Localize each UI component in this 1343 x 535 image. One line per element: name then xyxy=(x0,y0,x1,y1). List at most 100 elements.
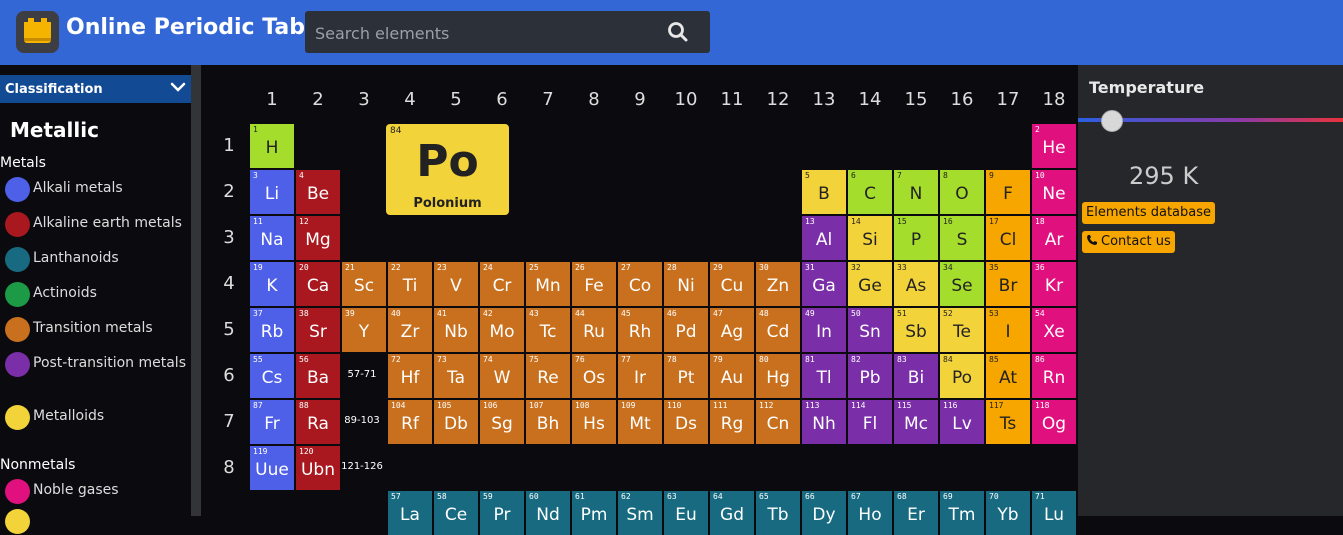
element-cell-i[interactable]: 53 I xyxy=(986,308,1030,352)
element-cell-uue[interactable]: 119 Uue xyxy=(250,446,294,490)
element-cell-ag[interactable]: 47 Ag xyxy=(710,308,754,352)
element-cell-hs[interactable]: 108 Hs xyxy=(572,400,616,444)
element-cell-pb[interactable]: 82 Pb xyxy=(848,354,892,398)
temperature-slider-thumb[interactable] xyxy=(1101,110,1123,132)
element-cell-sc[interactable]: 21 Sc xyxy=(342,262,386,306)
element-cell-v[interactable]: 23 V xyxy=(434,262,478,306)
element-cell-bh[interactable]: 107 Bh xyxy=(526,400,570,444)
element-cell-ti[interactable]: 22 Ti xyxy=(388,262,432,306)
element-cell-zn[interactable]: 30 Zn xyxy=(756,262,800,306)
app-title[interactable]: Online Periodic Table xyxy=(66,15,327,40)
element-cell-y[interactable]: 39 Y xyxy=(342,308,386,352)
element-cell-cs[interactable]: 55 Cs xyxy=(250,354,294,398)
element-cell-la[interactable]: 57 La xyxy=(388,491,432,535)
element-cell-as[interactable]: 33 As xyxy=(894,262,938,306)
panel-divider[interactable] xyxy=(191,65,201,516)
element-cell-eu[interactable]: 63 Eu xyxy=(664,491,708,535)
element-cell-ne[interactable]: 10 Ne xyxy=(1032,170,1076,214)
element-cell-re[interactable]: 75 Re xyxy=(526,354,570,398)
element-cell-mc[interactable]: 115 Mc xyxy=(894,400,938,444)
element-cell-cl[interactable]: 17 Cl xyxy=(986,216,1030,260)
element-cell-in[interactable]: 49 In xyxy=(802,308,846,352)
element-cell-tm[interactable]: 69 Tm xyxy=(940,491,984,535)
element-cell-n[interactable]: 7N xyxy=(894,170,938,214)
element-cell-sg[interactable]: 106 Sg xyxy=(480,400,524,444)
element-cell-at[interactable]: 85 At xyxy=(986,354,1030,398)
element-cell-sn[interactable]: 50 Sn xyxy=(848,308,892,352)
element-cell-si[interactable]: 14 Si xyxy=(848,216,892,260)
element-cell-lv[interactable]: 116 Lv xyxy=(940,400,984,444)
element-cell-h[interactable]: 1H xyxy=(250,124,294,168)
element-cell-sr[interactable]: 38 Sr xyxy=(296,308,340,352)
element-cell-he[interactable]: 2 He xyxy=(1032,124,1076,168)
element-cell-yb[interactable]: 70 Yb xyxy=(986,491,1030,535)
element-cell-hf[interactable]: 72 Hf xyxy=(388,354,432,398)
element-cell-ru[interactable]: 44 Ru xyxy=(572,308,616,352)
element-cell-fe[interactable]: 26 Fe xyxy=(572,262,616,306)
element-cell-dy[interactable]: 66 Dy xyxy=(802,491,846,535)
element-cell-k[interactable]: 19 K xyxy=(250,262,294,306)
element-cell-os[interactable]: 76 Os xyxy=(572,354,616,398)
element-cell-fl[interactable]: 114 Fl xyxy=(848,400,892,444)
element-cell-og[interactable]: 118 Og xyxy=(1032,400,1076,444)
element-cell-mn[interactable]: 25 Mn xyxy=(526,262,570,306)
element-cell-ca[interactable]: 20 Ca xyxy=(296,262,340,306)
element-cell-ga[interactable]: 31 Ga xyxy=(802,262,846,306)
element-cell-ce[interactable]: 58 Ce xyxy=(434,491,478,535)
element-cell-p[interactable]: 15 P xyxy=(894,216,938,260)
element-cell-ho[interactable]: 67 Ho xyxy=(848,491,892,535)
element-cell-na[interactable]: 11 Na xyxy=(250,216,294,260)
element-cell-pt[interactable]: 78 Pt xyxy=(664,354,708,398)
element-cell-mo[interactable]: 42 Mo xyxy=(480,308,524,352)
element-cell-kr[interactable]: 36 Kr xyxy=(1032,262,1076,306)
element-cell-rg[interactable]: 111 Rg xyxy=(710,400,754,444)
search-input[interactable] xyxy=(305,11,667,55)
element-cell-co[interactable]: 27 Co xyxy=(618,262,662,306)
element-cell-po[interactable]: 84 Po xyxy=(940,354,984,398)
element-cell-bi[interactable]: 83 Bi xyxy=(894,354,938,398)
element-cell-sm[interactable]: 62 Sm xyxy=(618,491,662,535)
logo-icon[interactable] xyxy=(16,11,59,53)
element-cell-ba[interactable]: 56 Ba xyxy=(296,354,340,398)
element-cell-mg[interactable]: 12 Mg xyxy=(296,216,340,260)
element-cell-f[interactable]: 9F xyxy=(986,170,1030,214)
element-cell-li[interactable]: 3 Li xyxy=(250,170,294,214)
element-cell-cd[interactable]: 48 Cd xyxy=(756,308,800,352)
element-cell-cu[interactable]: 29 Cu xyxy=(710,262,754,306)
element-cell-mt[interactable]: 109 Mt xyxy=(618,400,662,444)
element-cell-ra[interactable]: 88 Ra xyxy=(296,400,340,444)
element-cell-ta[interactable]: 73 Ta xyxy=(434,354,478,398)
element-cell-cn[interactable]: 112 Cn xyxy=(756,400,800,444)
element-cell-nh[interactable]: 113 Nh xyxy=(802,400,846,444)
element-cell-se[interactable]: 34 Se xyxy=(940,262,984,306)
element-cell-ir[interactable]: 77 Ir xyxy=(618,354,662,398)
element-cell-tb[interactable]: 65 Tb xyxy=(756,491,800,535)
element-cell-rb[interactable]: 37 Rb xyxy=(250,308,294,352)
element-cell-nb[interactable]: 41 Nb xyxy=(434,308,478,352)
element-cell-w[interactable]: 74 W xyxy=(480,354,524,398)
element-cell-ge[interactable]: 32 Ge xyxy=(848,262,892,306)
element-cell-pd[interactable]: 46 Pd xyxy=(664,308,708,352)
element-cell-au[interactable]: 79 Au xyxy=(710,354,754,398)
element-cell-ts[interactable]: 117 Ts xyxy=(986,400,1030,444)
element-cell-fr[interactable]: 87 Fr xyxy=(250,400,294,444)
featured-element-card[interactable]: 84 Po Polonium xyxy=(386,124,509,215)
element-cell-al[interactable]: 13 Al xyxy=(802,216,846,260)
element-cell-er[interactable]: 68 Er xyxy=(894,491,938,535)
search-icon[interactable] xyxy=(666,21,690,45)
element-cell-ar[interactable]: 18 Ar xyxy=(1032,216,1076,260)
element-cell-db[interactable]: 105 Db xyxy=(434,400,478,444)
classification-dropdown[interactable]: Classification xyxy=(0,75,191,103)
element-cell-tc[interactable]: 43 Tc xyxy=(526,308,570,352)
element-cell-ubn[interactable]: 120 Ubn xyxy=(296,446,340,490)
element-cell-rh[interactable]: 45 Rh xyxy=(618,308,662,352)
element-cell-br[interactable]: 35 Br xyxy=(986,262,1030,306)
element-cell-tl[interactable]: 81 Tl xyxy=(802,354,846,398)
element-cell-gd[interactable]: 64 Gd xyxy=(710,491,754,535)
element-cell-rn[interactable]: 86 Rn xyxy=(1032,354,1076,398)
element-cell-ds[interactable]: 110 Ds xyxy=(664,400,708,444)
element-cell-rf[interactable]: 104 Rf xyxy=(388,400,432,444)
element-cell-lu[interactable]: 71 Lu xyxy=(1032,491,1076,535)
element-cell-c[interactable]: 6C xyxy=(848,170,892,214)
element-cell-ni[interactable]: 28 Ni xyxy=(664,262,708,306)
